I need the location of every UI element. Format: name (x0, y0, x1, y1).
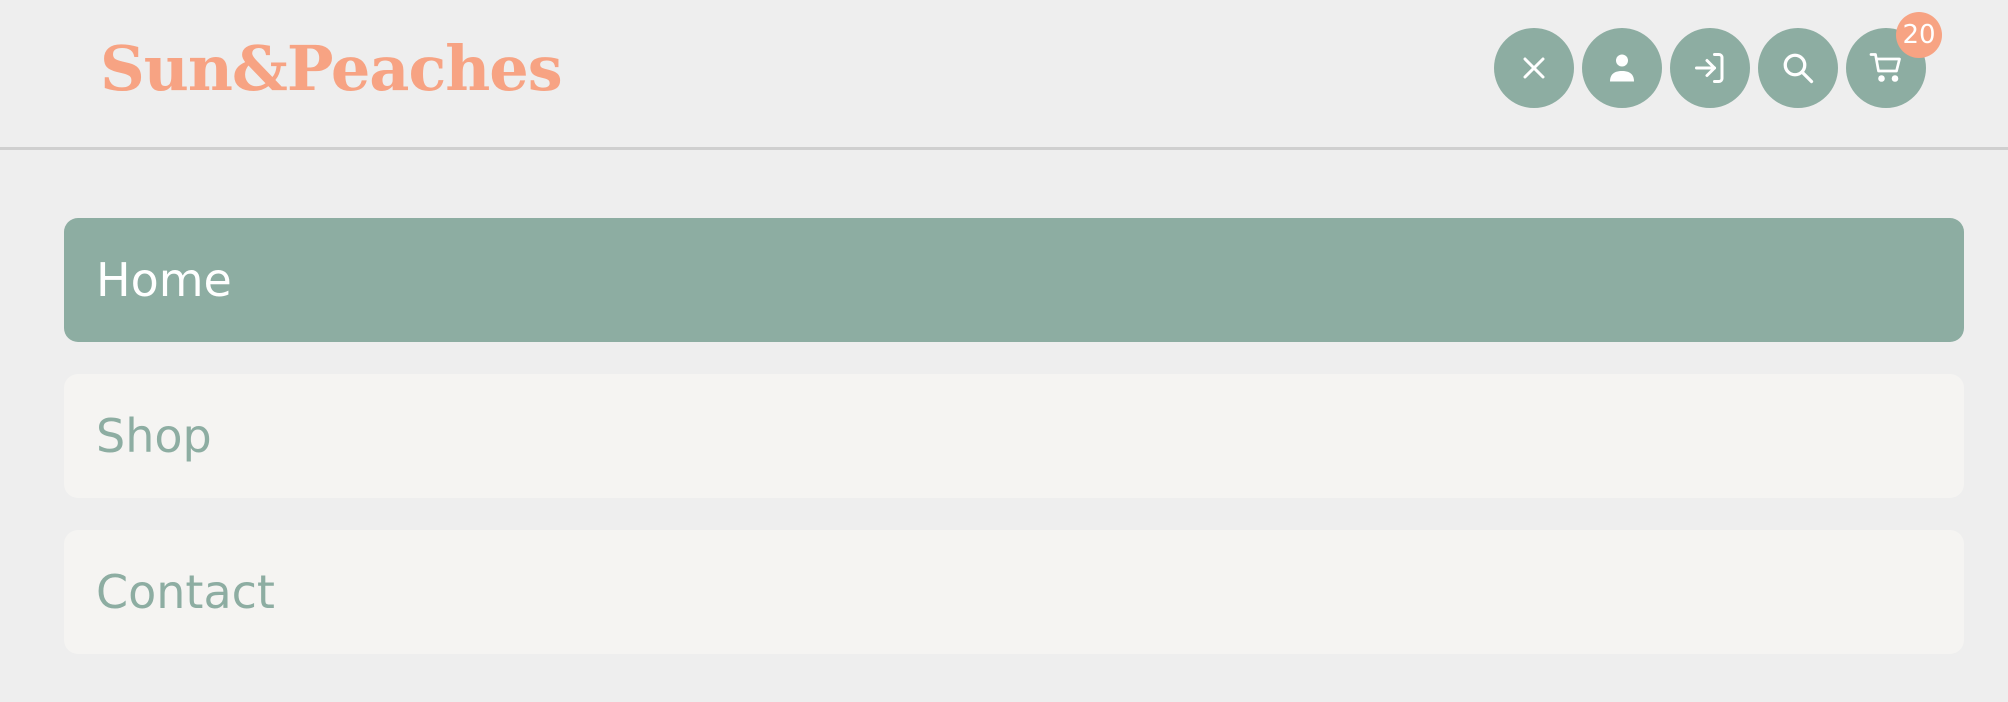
login-icon (1695, 53, 1724, 83)
cart-icon (1869, 53, 1901, 82)
search-icon (1783, 53, 1814, 84)
main-nav: Home Shop Contact (64, 218, 1964, 686)
nav-item-contact[interactable]: Contact (64, 530, 1964, 654)
login-button[interactable] (1670, 28, 1750, 108)
cart-count-badge: 20 (1896, 12, 1942, 58)
nav-item-shop[interactable]: Shop (64, 374, 1964, 498)
close-button[interactable] (1494, 28, 1574, 108)
site-logo[interactable]: Sun&Peaches (100, 24, 563, 114)
nav-item-home[interactable]: Home (64, 218, 1964, 342)
site-header: Sun&Peaches 20 (0, 0, 2008, 150)
account-button[interactable] (1582, 28, 1662, 108)
cart-button[interactable]: 20 (1846, 12, 1942, 108)
search-button[interactable] (1758, 28, 1838, 108)
header-icons: 20 (1494, 12, 1942, 108)
user-icon (1610, 54, 1634, 82)
close-icon (1523, 57, 1545, 79)
